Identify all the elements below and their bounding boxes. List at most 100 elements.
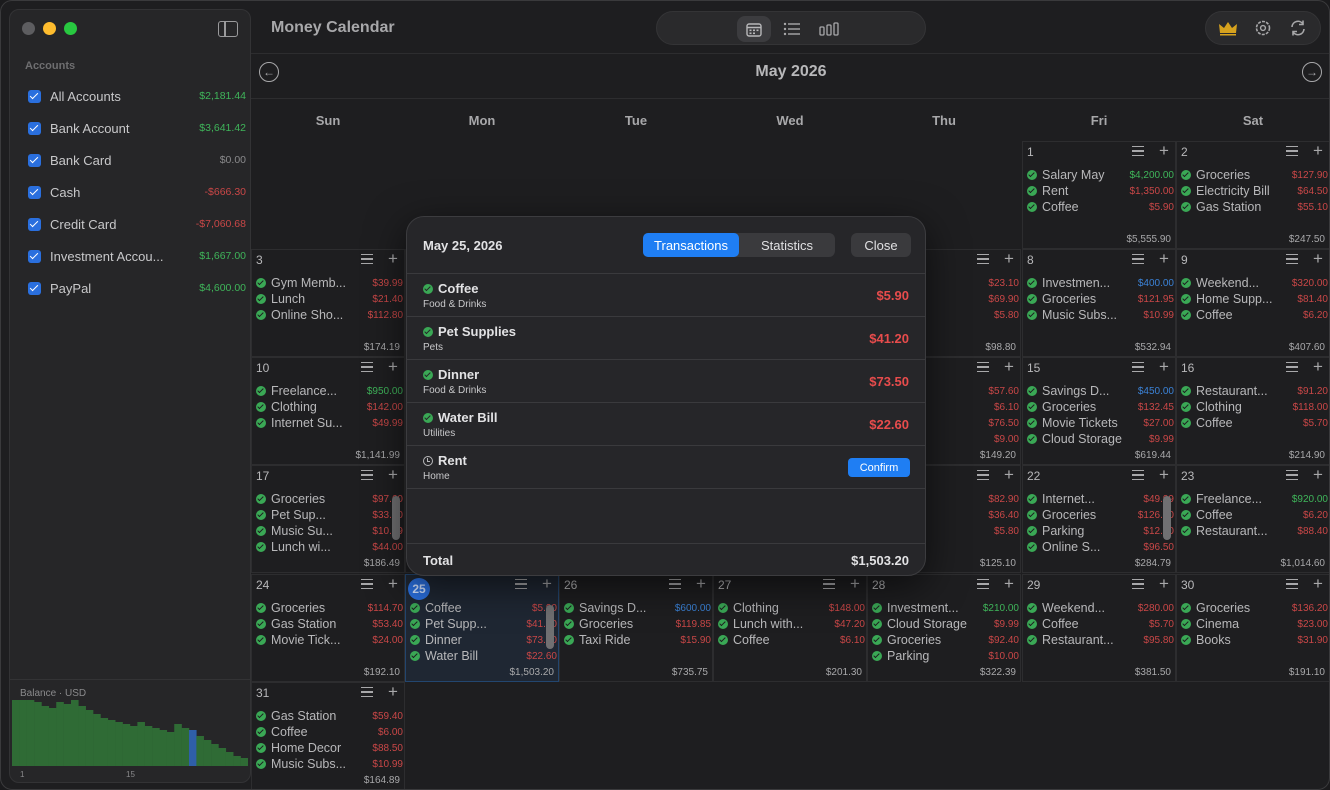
add-transaction-button[interactable]: + [1313,358,1323,376]
list-icon[interactable] [1286,254,1298,264]
cell-scrollbar[interactable] [1163,496,1171,540]
list-icon[interactable] [1286,146,1298,156]
modal-close-button[interactable]: Close [851,233,911,257]
list-icon[interactable] [1132,254,1144,264]
add-transaction-button[interactable]: + [388,683,398,701]
cell-transaction[interactable]: Investmen... $400.00 [1027,275,1174,291]
day-cell[interactable]: 9 + Weekend... $320.00 Home Supp... $81.40 Cof… [1176,249,1329,357]
cell-transaction[interactable]: Groceries $132.45 [1027,399,1174,415]
account-item[interactable]: Bank Account $3,641.42 [20,112,246,144]
add-transaction-button[interactable]: + [388,575,398,593]
cell-transaction[interactable]: Restaurant... $91.20 [1181,383,1328,399]
cell-transaction[interactable]: Savings D... $600.00 [564,600,711,616]
add-transaction-button[interactable]: + [850,575,860,593]
list-icon[interactable] [977,254,989,264]
cell-transaction[interactable]: Parking $10.00 [872,648,1019,664]
cell-transaction[interactable]: Gym Memb... $39.99 [256,275,403,291]
cell-transaction[interactable]: Music Subs... $10.99 [256,756,403,772]
cell-transaction[interactable]: Coffee $5.70 [1181,415,1328,431]
add-transaction-button[interactable]: + [1004,466,1014,484]
cell-transaction[interactable]: Groceries $121.95 [1027,291,1174,307]
account-item[interactable]: Credit Card -$7,060.68 [20,208,246,240]
list-view-button[interactable] [775,16,809,42]
cell-transaction[interactable]: Coffee $5.90 [1027,199,1174,215]
day-cell[interactable]: 23 + Freelance... $920.00 Coffee $6.20 Restaur… [1176,465,1329,573]
cell-scrollbar[interactable] [392,496,400,540]
cell-transaction[interactable]: Movie Tickets $27.00 [1027,415,1174,431]
cell-transaction[interactable]: Internet Su... $49.99 [256,415,403,431]
cell-transaction[interactable]: Clothing $148.00 [718,600,865,616]
day-cell[interactable]: 22 + Internet... $49.99 Groceries $126.30 Park… [1022,465,1176,573]
cell-transaction[interactable]: Internet... $49.99 [1027,491,1174,507]
list-icon[interactable] [361,687,373,697]
day-cell[interactable]: 16 + Restaurant... $91.20 Clothing $118.00 Cof… [1176,357,1329,465]
cell-transaction[interactable]: Lunch $21.40 [256,291,403,307]
modal-transaction-row[interactable]: Rent Home Confirm [407,446,925,489]
add-transaction-button[interactable]: + [1159,358,1169,376]
list-icon[interactable] [361,362,373,372]
cell-transaction[interactable]: Clothing $118.00 [1181,399,1328,415]
maximize-window-button[interactable] [64,22,77,35]
cell-transaction[interactable]: Water Bill $22.60 [410,648,557,664]
modal-transaction-row[interactable]: Coffee Food & Drinks $5.90 [407,274,925,317]
add-transaction-button[interactable]: + [542,575,552,593]
cell-transaction[interactable]: Online S... $96.50 [1027,539,1174,555]
cell-transaction[interactable]: Taxi Ride $15.90 [564,632,711,648]
sidebar-toggle-icon[interactable] [218,21,238,37]
modal-transaction-row[interactable]: Pet Supplies Pets $41.20 [407,317,925,360]
day-cell[interactable]: 3 + Gym Memb... $39.99 Lunch $21.40 Online Sho… [251,249,405,357]
cell-transaction[interactable]: Freelance... $920.00 [1181,491,1328,507]
add-transaction-button[interactable]: + [388,250,398,268]
account-checkbox[interactable] [28,89,41,103]
cell-transaction[interactable]: Electricity Bill $64.50 [1181,183,1328,199]
cell-transaction[interactable]: Gas Station $55.10 [1181,199,1328,215]
day-cell[interactable]: 28 + Investment... $210.00 Cloud Storage $9.9… [867,574,1021,682]
cell-transaction[interactable]: Online Sho... $112.80 [256,307,403,323]
cell-transaction[interactable]: Home Decor $88.50 [256,740,403,756]
list-icon[interactable] [361,579,373,589]
calendar-view-button[interactable] [737,16,771,42]
cell-transaction[interactable]: Books $31.90 [1181,632,1328,648]
cell-transaction[interactable]: Coffee $5.70 [1027,616,1174,632]
list-icon[interactable] [1132,146,1144,156]
cell-transaction[interactable]: Restaurant... $95.80 [1027,632,1174,648]
cell-transaction[interactable]: Groceries $136.20 [1181,600,1328,616]
day-cell[interactable]: 1 + Salary May $4,200.00 Rent $1,350.00 Coffee… [1022,141,1176,249]
cell-transaction[interactable]: Movie Tick... $24.00 [256,632,403,648]
list-icon[interactable] [1132,470,1144,480]
list-icon[interactable] [977,470,989,480]
list-icon[interactable] [823,579,835,589]
list-icon[interactable] [977,362,989,372]
cell-transaction[interactable]: Restaurant... $88.40 [1181,523,1328,539]
list-icon[interactable] [1132,579,1144,589]
close-window-button[interactable] [22,22,35,35]
cell-scrollbar[interactable] [546,605,554,649]
cell-transaction[interactable]: Cinema $23.00 [1181,616,1328,632]
list-icon[interactable] [1132,362,1144,372]
list-icon[interactable] [361,254,373,264]
day-cell[interactable]: 30 + Groceries $136.20 Cinema $23.00 Books $31.… [1176,574,1329,682]
account-checkbox[interactable] [28,153,41,167]
confirm-button[interactable]: Confirm [848,458,910,477]
add-transaction-button[interactable]: + [1159,142,1169,160]
cell-transaction[interactable]: Rent $1,350.00 [1027,183,1174,199]
day-cell[interactable]: 27 + Clothing $148.00 Lunch with... $47.20 Cof… [713,574,867,682]
account-checkbox[interactable] [28,185,41,199]
add-transaction-button[interactable]: + [1313,466,1323,484]
cell-transaction[interactable]: Groceries $119.85 [564,616,711,632]
cell-transaction[interactable]: Lunch wi... $44.00 [256,539,403,555]
account-checkbox[interactable] [28,121,41,135]
cell-transaction[interactable]: Coffee $5.90 [410,600,557,616]
list-icon[interactable] [669,579,681,589]
add-transaction-button[interactable]: + [388,466,398,484]
day-cell[interactable]: 31 + Gas Station $59.40 Coffee $6.00 Home Deco… [251,682,405,789]
account-item[interactable]: Cash -$666.30 [20,176,246,208]
cell-transaction[interactable]: Coffee $6.20 [1181,307,1328,323]
cell-transaction[interactable]: Music Su... $10.99 [256,523,403,539]
cell-transaction[interactable]: Parking $12.00 [1027,523,1174,539]
day-cell[interactable]: 26 + Savings D... $600.00 Groceries $119.85 Ta… [559,574,713,682]
account-item[interactable]: Investment Accou... $1,667.00 [20,240,246,272]
day-cell[interactable]: 8 + Investmen... $400.00 Groceries $121.95 Mus… [1022,249,1176,357]
account-checkbox[interactable] [28,281,41,295]
cell-transaction[interactable]: Coffee $6.20 [1181,507,1328,523]
